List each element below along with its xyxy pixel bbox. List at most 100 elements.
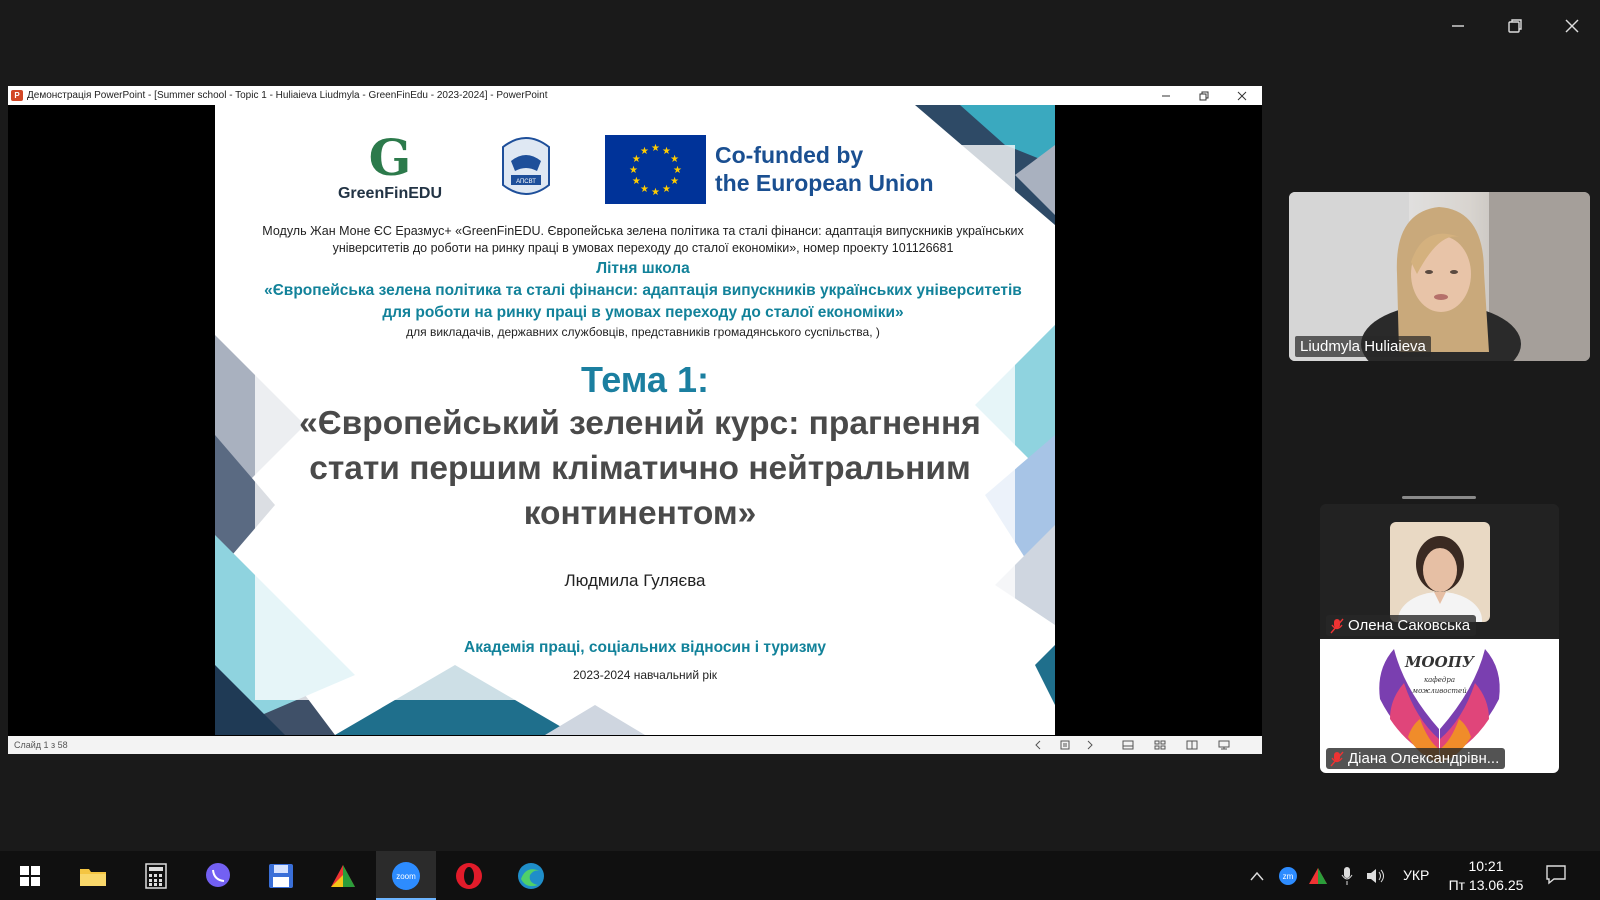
eu-cofunded-text: Co-funded by the European Union (715, 142, 934, 196)
eu-star: ★ (640, 184, 649, 195)
greenfinedu-mark: G (368, 128, 412, 187)
slide-sorter-icon (1154, 740, 1166, 750)
slide[interactable]: G GreenFinEDU АПСВТ ★ ★ ★ ★ ★ ★ ★ ★ ★ ★ ★ ★ Co-fund… (215, 105, 1055, 735)
eu-star: ★ (629, 165, 638, 176)
chevron-right-icon (1087, 740, 1093, 750)
input-language[interactable]: УКР (1403, 851, 1429, 900)
ppt-status-bar: Слайд 1 з 58 (8, 736, 1262, 754)
slideshow-icon (1218, 740, 1230, 750)
tray-volume[interactable] (1363, 851, 1389, 900)
apsvt-logo-text: АПСВТ (516, 179, 536, 185)
taskbar-clock[interactable]: 10:21 Пт 13.06.25 (1446, 857, 1526, 895)
participant-name-2: Діана Олександрівн... (1348, 750, 1500, 767)
minimize-button[interactable] (1429, 0, 1486, 52)
slide-menu-button[interactable] (1053, 736, 1077, 754)
topic-title: «Європейський зелений курс: прагнення ст… (299, 405, 981, 532)
notification-icon (1546, 865, 1566, 885)
apsvt-logo: АПСВТ (502, 137, 550, 195)
author-name: Людмила Гуляєва (564, 571, 706, 590)
close-icon (1237, 91, 1247, 100)
minimize-icon (1162, 95, 1170, 96)
academy-name: Академія праці, соціальних відносин і ту… (464, 639, 826, 656)
summer-school-title: Літня школа (596, 260, 690, 277)
zoom-icon: zoom (392, 861, 420, 890)
tray-show-hidden-button[interactable] (1245, 851, 1269, 900)
normal-view-button[interactable] (1116, 736, 1140, 754)
floppy-disk-icon (269, 863, 293, 888)
eu-star: ★ (632, 176, 641, 187)
taskbar-viber[interactable] (188, 851, 248, 900)
restore-button[interactable] (1486, 0, 1543, 52)
slideshow-view-button[interactable] (1212, 736, 1236, 754)
windows-icon (20, 865, 40, 886)
taskbar-edge[interactable] (501, 851, 561, 900)
ppt-minimize-button[interactable] (1148, 86, 1184, 105)
speaker-name-tag: Liudmyla Huliaieva (1295, 336, 1431, 357)
restore-icon (1507, 19, 1522, 33)
microphone-icon (1341, 866, 1353, 885)
gallery-drag-handle[interactable] (1402, 496, 1476, 499)
colorful-app-icon (331, 864, 355, 887)
taskbar: zoom zm УКР 10:21 Пт 13.06.25 (0, 851, 1600, 900)
slide-menu-icon (1060, 740, 1070, 750)
eu-star: ★ (670, 176, 679, 187)
participant-avatar (1390, 522, 1490, 622)
clock-date: Пт 13.06.25 (1448, 877, 1524, 893)
tray-app-icon[interactable] (1305, 851, 1331, 900)
normal-view-icon (1122, 740, 1134, 750)
colorful-tray-icon (1309, 867, 1327, 884)
eu-star: ★ (651, 187, 660, 198)
reading-view-icon (1186, 740, 1198, 750)
start-button[interactable] (0, 851, 60, 900)
participant-tile-1[interactable]: Олена Саковська (1320, 504, 1559, 638)
taskbar-opera[interactable] (439, 851, 499, 900)
action-center-button[interactable] (1545, 863, 1567, 890)
mic-muted-icon (1330, 618, 1344, 633)
ppt-restore-button[interactable] (1186, 86, 1222, 105)
eu-star: ★ (670, 154, 679, 165)
minimize-icon (1451, 25, 1464, 27)
opera-icon (456, 862, 482, 889)
viber-icon (206, 862, 230, 887)
calculator-icon (145, 862, 167, 889)
reading-view-button[interactable] (1180, 736, 1204, 754)
mic-muted-icon (1330, 751, 1344, 766)
participants-gallery: Олена Саковська МООПУ кафедра можливосте… (1320, 504, 1559, 773)
academic-year: 2023-2024 навчальний рік (573, 668, 717, 682)
topic-number: Тема 1: (581, 359, 709, 400)
audience-text: для викладачів, державних службовців, пр… (406, 325, 880, 339)
powerpoint-icon: P (11, 90, 23, 101)
taskbar-app-colorful[interactable] (313, 851, 373, 900)
close-button[interactable] (1543, 0, 1600, 52)
folder-icon (80, 868, 106, 886)
summer-school-quote: «Європейська зелена політика та сталі фі… (264, 282, 1022, 321)
eu-star: ★ (662, 184, 671, 195)
module-description: Модуль Жан Моне ЄС Еразмус+ «GreenFinEDU… (262, 224, 1024, 255)
zoom-window-controls (1429, 0, 1600, 52)
speaker-video-tile[interactable]: Liudmyla Huliaieva (1289, 192, 1590, 361)
taskbar-zoom[interactable]: zoom (376, 851, 436, 900)
previous-slide-button[interactable] (1026, 736, 1050, 754)
slide-counter: Слайд 1 з 58 (14, 740, 68, 750)
participant-tile-2[interactable]: МООПУ кафедра можливостей Діана Олександ… (1320, 639, 1559, 773)
slide-sorter-button[interactable] (1148, 736, 1172, 754)
eu-star: ★ (640, 146, 649, 157)
taskbar-calculator[interactable] (126, 851, 186, 900)
greenfinedu-logo: G GreenFinEDU (337, 133, 443, 203)
participant-photo (1390, 522, 1490, 622)
edge-icon (518, 862, 544, 889)
ppt-title-bar: P Демонстрація PowerPoint - [Summer scho… (8, 86, 1262, 105)
zoom-icon-label: zoom (396, 872, 416, 881)
chevron-left-icon (1035, 740, 1041, 750)
taskbar-file-explorer[interactable] (63, 851, 123, 900)
tray-microphone[interactable] (1335, 851, 1359, 900)
eu-star: ★ (651, 143, 660, 154)
chevron-up-icon (1250, 871, 1264, 880)
participant-logo-subtext: кафедра можливостей (1412, 676, 1467, 695)
ppt-close-button[interactable] (1224, 86, 1260, 105)
taskbar-save-app[interactable] (251, 851, 311, 900)
participant-name-tag-1: Олена Саковська (1326, 615, 1477, 636)
tray-zoom[interactable]: zm (1275, 851, 1301, 900)
zoom-tray-icon: zm (1279, 866, 1297, 885)
next-slide-button[interactable] (1078, 736, 1102, 754)
